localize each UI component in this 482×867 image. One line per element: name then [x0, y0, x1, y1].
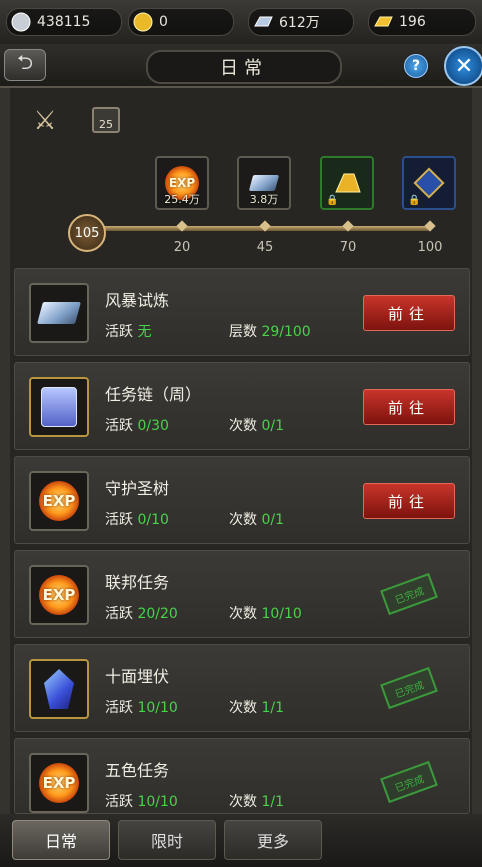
scroll-icon [41, 387, 77, 427]
task-count: 次数 0/1 [229, 512, 284, 528]
reward-box-3[interactable]: 🔒 [320, 156, 374, 210]
task-name: 五色任务 [105, 761, 170, 780]
completed-stamp: 已完成 [380, 760, 438, 804]
gold-ingot-icon [335, 173, 361, 193]
close-icon: ✕ [454, 53, 474, 79]
crossed-swords-icon[interactable]: ⚔ [28, 104, 62, 138]
milestone-label: 70 [339, 240, 357, 255]
window-header: ⮌ 日常 ? ✕ [0, 44, 482, 88]
task-activity: 活跃 无 [105, 324, 152, 340]
silver-ingot-icon [37, 302, 81, 324]
activity-level-value: 105 [74, 225, 100, 241]
silver-ingot-icon [252, 11, 274, 33]
task-row: EXP 守护圣树 活跃 0/10 次数 0/1 前往 [14, 456, 470, 544]
close-button[interactable]: ✕ [444, 46, 482, 86]
task-icon-frame [29, 659, 89, 719]
help-button[interactable]: ? [404, 54, 428, 78]
task-activity: 活跃 20/20 [105, 606, 178, 622]
task-name: 风暴试炼 [105, 291, 170, 310]
tab-more[interactable]: 更多 [224, 820, 322, 860]
task-icon-frame [29, 283, 89, 343]
go-button[interactable]: 前往 [363, 295, 455, 331]
milestone-label: 20 [173, 240, 191, 255]
exp-orb-icon: EXP [39, 763, 79, 803]
task-icon-frame [29, 377, 89, 437]
tab-limited[interactable]: 限时 [118, 820, 216, 860]
go-button[interactable]: 前往 [363, 389, 455, 425]
yuanbao-value: 196 [399, 14, 426, 30]
yuanbao-counter: 196 [368, 8, 476, 36]
blue-crystal-icon [44, 669, 74, 709]
calendar-day: 25 [99, 118, 113, 131]
task-name: 守护圣树 [105, 479, 170, 498]
go-button[interactable]: 前往 [363, 483, 455, 519]
milestone-label: 100 [417, 240, 443, 255]
reward-box-4[interactable]: 🔒 [402, 156, 456, 210]
completed-stamp: 已完成 [380, 572, 438, 616]
task-name: 十面埋伏 [105, 667, 170, 686]
task-row: 风暴试炼 活跃 无 层数 29/100 前往 [14, 268, 470, 356]
task-icon-frame: EXP [29, 565, 89, 625]
milestone-label: 45 [256, 240, 274, 255]
task-count: 次数 1/1 [229, 794, 284, 810]
bottom-tab-bar: 日常 限时 更多 [0, 814, 482, 867]
silver-coin-value: 438115 [37, 14, 91, 30]
page-title: 日常 [146, 50, 342, 84]
gold-coin-counter: 0 [128, 8, 234, 36]
task-count: 次数 1/1 [229, 700, 284, 716]
resource-bar: 438115 0 612万 196 [0, 0, 482, 44]
task-count: 次数 10/10 [229, 606, 302, 622]
task-icon-frame: EXP [29, 471, 89, 531]
exp-orb-icon: EXP [39, 575, 79, 615]
reward-box-2[interactable]: 3.8万 [237, 156, 291, 210]
task-activity: 活跃 0/10 [105, 512, 169, 528]
reward-amount: 25.4万 [164, 193, 200, 206]
task-name: 任务链（周） [105, 385, 202, 404]
ingot-counter: 612万 [248, 8, 354, 36]
task-count: 次数 0/1 [229, 418, 284, 434]
task-icon-frame: EXP [29, 753, 89, 813]
silver-coin-icon [10, 11, 32, 33]
task-name: 联邦任务 [105, 573, 170, 592]
back-arrow-icon: ⮌ [16, 50, 34, 74]
gold-ingot-icon [372, 11, 394, 33]
task-row: EXP 联邦任务 活跃 20/20 次数 10/10 已完成 [14, 550, 470, 638]
task-row: 任务链（周） 活跃 0/30 次数 0/1 前往 [14, 362, 470, 450]
back-button[interactable]: ⮌ [4, 49, 46, 81]
task-activity: 活跃 0/30 [105, 418, 169, 434]
activity-level-badge: 105 [68, 214, 106, 252]
task-row: 十面埋伏 活跃 10/10 次数 1/1 已完成 [14, 644, 470, 732]
tab-daily[interactable]: 日常 [12, 820, 110, 860]
reward-box-1[interactable]: EXP 25.4万 [155, 156, 209, 210]
task-row: EXP 五色任务 活跃 10/10 次数 1/1 已完成 [14, 738, 470, 814]
silver-coin-counter: 438115 [6, 8, 122, 36]
task-activity: 活跃 10/10 [105, 794, 178, 810]
calendar-icon[interactable]: 25 [92, 107, 120, 133]
ingot-value: 612万 [279, 15, 320, 31]
task-activity: 活跃 10/10 [105, 700, 178, 716]
lock-icon: 🔒 [408, 195, 421, 206]
reward-amount: 3.8万 [249, 193, 279, 206]
silver-ingot-icon [248, 175, 280, 191]
completed-stamp: 已完成 [380, 666, 438, 710]
gold-coin-icon [132, 11, 154, 33]
gold-coin-value: 0 [159, 14, 168, 30]
exp-orb-icon: EXP [39, 481, 79, 521]
lock-icon: 🔒 [326, 195, 339, 206]
task-count: 层数 29/100 [229, 324, 311, 340]
